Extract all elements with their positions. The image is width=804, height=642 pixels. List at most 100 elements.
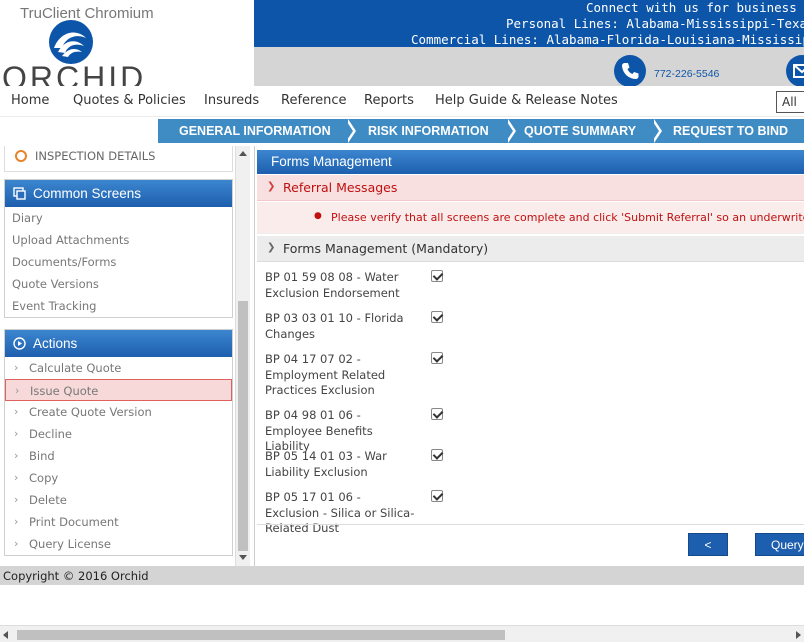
chevron-right-icon: ›	[14, 515, 19, 528]
form-checkbox[interactable]	[431, 408, 443, 420]
scrollbar-thumb[interactable]	[17, 630, 505, 640]
logo-text: ORCHID	[2, 60, 147, 86]
referral-message: Please verify that all screens are compl…	[331, 211, 804, 224]
chevron-right-icon: ›	[14, 471, 19, 484]
action-label: Copy	[29, 471, 59, 485]
divider	[257, 524, 804, 525]
forms-mandatory-title: Forms Management (Mandatory)	[283, 241, 489, 256]
sidebar-item-label: INSPECTION DETAILS	[35, 149, 156, 163]
main-nav: Home Quotes & Policies Insureds Referenc…	[0, 86, 804, 117]
action-query-license[interactable]: › Query License	[5, 533, 232, 555]
logo-area: TruClient Chromium ORCHID	[0, 0, 254, 86]
scrollbar-thumb[interactable]	[238, 301, 248, 551]
sidebar-item-documents-forms[interactable]: Documents/Forms	[5, 251, 232, 273]
action-label: Decline	[29, 427, 73, 441]
action-label: Create Quote Version	[29, 405, 152, 419]
form-checkbox[interactable]	[431, 352, 443, 364]
action-decline[interactable]: › Decline	[5, 423, 232, 445]
query-button[interactable]: Query	[755, 533, 804, 556]
nav-reports[interactable]: Reports	[364, 93, 414, 108]
orchid-wave-logo-icon	[49, 20, 93, 64]
sidebar-item-event-tracking[interactable]: Event Tracking	[5, 295, 232, 317]
nav-quotes-policies[interactable]: Quotes & Policies	[73, 93, 186, 108]
workflow-steps: GENERAL INFORMATION RISK INFORMATION QUO…	[0, 117, 804, 146]
actions-title: Actions	[33, 336, 78, 351]
form-checkbox[interactable]	[431, 311, 443, 323]
action-create-quote-version[interactable]: › Create Quote Version	[5, 401, 232, 423]
search-scope-select[interactable]: All	[776, 91, 804, 113]
step-quote-summary[interactable]: QUOTE SUMMARY	[524, 119, 636, 143]
status-circle-icon	[15, 150, 27, 162]
action-issue-quote[interactable]: › Issue Quote	[5, 379, 232, 401]
form-item: BP 05 14 01 03 - War Liability Exclusion	[265, 449, 465, 480]
action-label: Print Document	[29, 515, 119, 529]
contact-bar: 772-226-5546	[254, 47, 804, 87]
scroll-down-arrow-icon[interactable]	[239, 555, 247, 560]
actions-header: Actions	[5, 330, 232, 357]
action-copy[interactable]: › Copy	[5, 467, 232, 489]
scroll-left-arrow-icon[interactable]	[3, 631, 8, 639]
nav-reference[interactable]: Reference	[281, 93, 346, 108]
horizontal-scrollbar[interactable]	[0, 625, 804, 642]
forms-mandatory-header[interactable]: ❯ Forms Management (Mandatory)	[257, 236, 804, 262]
step-general-information[interactable]: GENERAL INFORMATION	[179, 119, 331, 143]
sidebar: INSPECTION DETAILS Common Screens Diary …	[0, 146, 254, 566]
chevron-right-icon: ›	[14, 537, 19, 550]
form-label: BP 01 59 08 08 - Water Exclusion Endorse…	[265, 270, 400, 300]
bullet-icon: ●	[314, 211, 322, 221]
form-item: BP 01 59 08 08 - Water Exclusion Endorse…	[265, 270, 465, 301]
screens-icon	[13, 187, 26, 200]
nav-help-guide[interactable]: Help Guide & Release Notes	[435, 93, 618, 108]
sidebar-item-quote-versions[interactable]: Quote Versions	[5, 273, 232, 295]
form-item: BP 04 98 01 06 - Employee Benefits Liabi…	[265, 408, 465, 455]
sidebar-item-diary[interactable]: Diary	[5, 207, 232, 229]
back-button[interactable]: <	[688, 533, 728, 556]
action-label: Calculate Quote	[29, 361, 122, 375]
form-label: BP 04 98 01 06 - Employee Benefits Liabi…	[265, 408, 373, 453]
step-risk-information[interactable]: RISK INFORMATION	[368, 119, 489, 143]
banner-line-3: Commercial Lines: Alabama-Florida-Louisi…	[411, 32, 804, 47]
sidebar-item-upload-attachments[interactable]: Upload Attachments	[5, 229, 232, 251]
form-checkbox[interactable]	[431, 270, 443, 282]
action-calculate-quote[interactable]: › Calculate Quote	[5, 357, 232, 379]
referral-messages-header[interactable]: ❯ Referral Messages	[257, 175, 804, 201]
banner-line-1: Connect with us for business in t	[586, 0, 804, 15]
chevron-right-icon: ›	[14, 449, 19, 462]
form-item: BP 04 17 07 02 - Employment Related Prac…	[265, 352, 465, 399]
step-separator-inner	[345, 119, 353, 143]
action-label: Issue Quote	[30, 384, 99, 398]
chevron-down-icon[interactable]: ❯	[267, 181, 275, 192]
form-label: BP 03 03 01 10 - Florida Changes	[265, 311, 404, 341]
action-print-document[interactable]: › Print Document	[5, 511, 232, 533]
phone-icon[interactable]	[614, 55, 646, 87]
step-separator-inner	[651, 119, 659, 143]
mail-icon[interactable]	[786, 55, 804, 87]
form-checkbox[interactable]	[431, 490, 443, 502]
nav-home[interactable]: Home	[11, 93, 49, 108]
actions-panel: Actions › Calculate Quote › Issue Quote › C…	[4, 329, 233, 556]
banner-line-2: Personal Lines: Alabama-Mississippi-Texa…	[506, 16, 804, 31]
step-request-to-bind[interactable]: REQUEST TO BIND	[673, 119, 788, 143]
form-checkbox[interactable]	[431, 449, 443, 461]
chevron-down-icon[interactable]: ❯	[267, 242, 275, 253]
action-label: Bind	[29, 449, 55, 463]
action-bind[interactable]: › Bind	[5, 445, 232, 467]
form-label: BP 05 14 01 03 - War Liability Exclusion	[265, 449, 387, 479]
copyright-text: Copyright © 2016 Orchid	[3, 569, 149, 583]
form-label: BP 04 17 07 02 - Employment Related Prac…	[265, 352, 386, 397]
phone-number[interactable]: 772-226-5546	[654, 68, 719, 80]
scroll-up-arrow-icon[interactable]	[239, 151, 247, 156]
sidebar-scrollbar[interactable]	[235, 146, 250, 566]
action-label: Delete	[29, 493, 67, 507]
nav-insureds[interactable]: Insureds	[204, 93, 259, 108]
play-circle-icon	[13, 337, 26, 350]
chevron-right-icon: ›	[15, 384, 20, 397]
action-delete[interactable]: › Delete	[5, 489, 232, 511]
form-item: BP 03 03 01 10 - Florida Changes	[265, 311, 465, 342]
sidebar-item-inspection-details[interactable]: INSPECTION DETAILS	[4, 146, 233, 172]
form-label: BP 05 17 01 06 - Exclusion - Silica or S…	[265, 490, 415, 535]
common-screens-header: Common Screens	[5, 180, 232, 207]
scroll-right-arrow-icon[interactable]	[796, 631, 801, 639]
form-item: BP 05 17 01 06 - Exclusion - Silica or S…	[265, 490, 465, 537]
referral-messages-title: Referral Messages	[283, 180, 398, 195]
